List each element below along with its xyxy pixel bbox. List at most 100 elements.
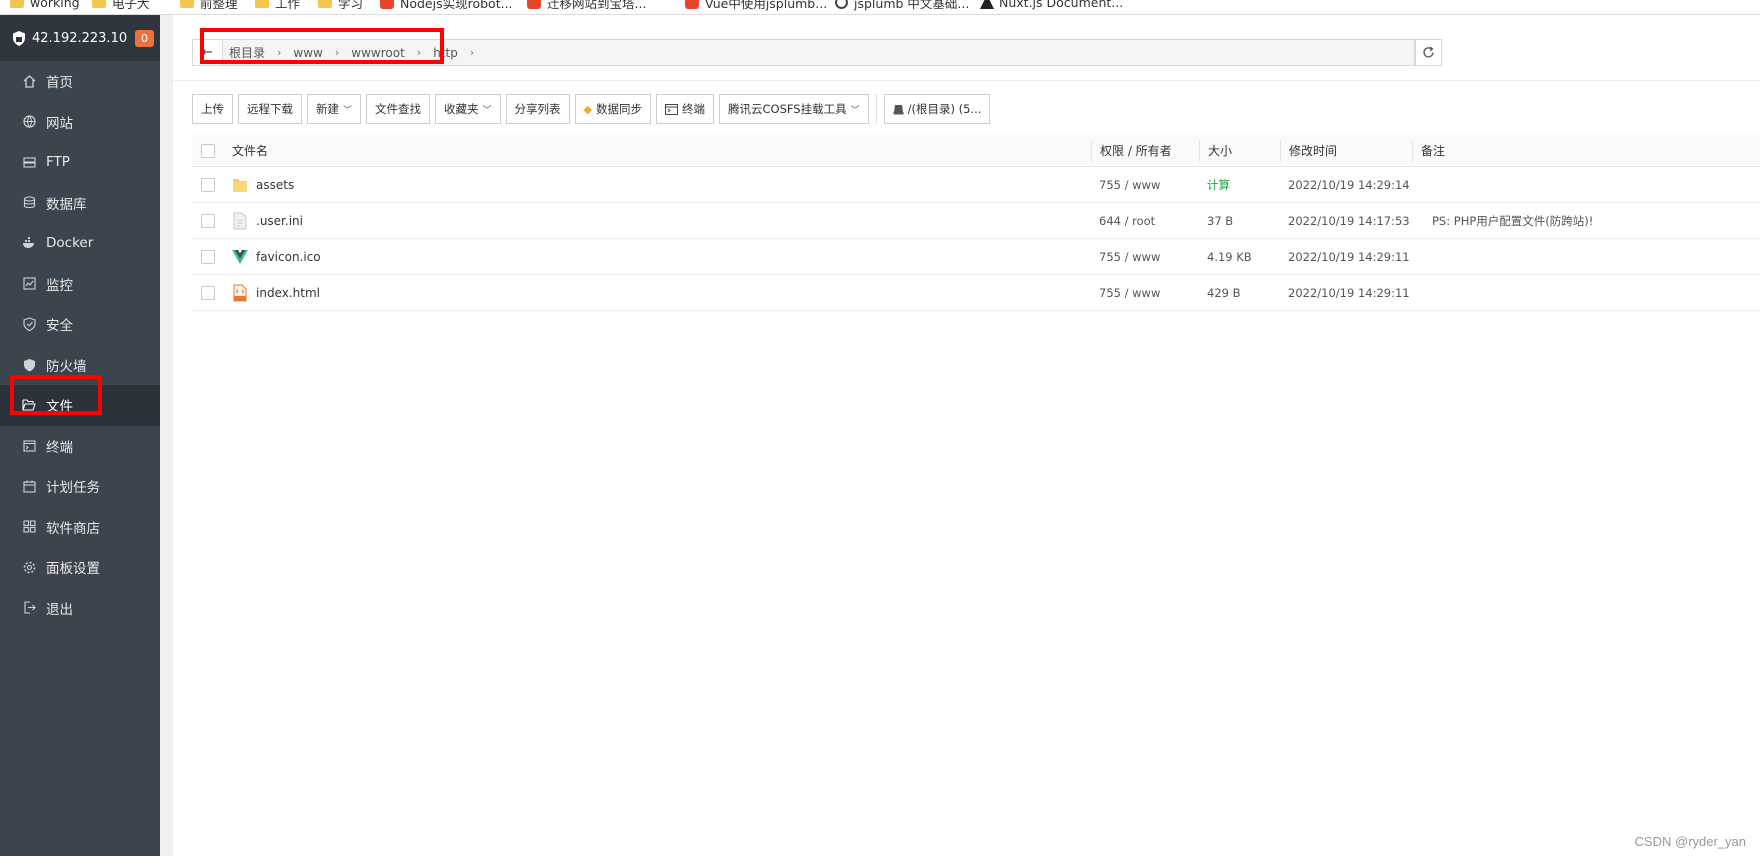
- sidebar-item-ftp[interactable]: FTP: [0, 142, 160, 183]
- back-arrow-icon: ←: [202, 45, 213, 60]
- calendar-icon: [22, 479, 36, 493]
- breadcrumb-item[interactable]: 根目录: [223, 44, 271, 61]
- monitor-icon: [22, 277, 36, 291]
- bookmark-item[interactable]: Nuxt.js Document...: [980, 0, 1123, 12]
- table-row[interactable]: favicon.ico 755 / www 4.19 KB 2022/10/19…: [192, 239, 1760, 275]
- file-perm[interactable]: 755 / www: [1091, 178, 1199, 192]
- breadcrumb: 根目录 › www › wwwroot › http ›: [223, 44, 480, 61]
- server-host: 42.192.223.10: [32, 30, 128, 46]
- row-checkbox[interactable]: [201, 177, 215, 192]
- bookmark-item[interactable]: jsplumb 中文基础...: [835, 0, 969, 12]
- sidebar-item-settings[interactable]: 面板设置: [0, 547, 160, 588]
- share-list-button[interactable]: 分享列表: [505, 94, 570, 124]
- bookmark-item[interactable]: working: [10, 0, 80, 12]
- bookmark-item[interactable]: 工作: [255, 0, 300, 12]
- watermark: CSDN @ryder_yan: [1634, 834, 1746, 849]
- file-table: 文件名 权限 / 所有者 大小 修改时间 备注 assets 755 / www…: [192, 135, 1760, 311]
- sidebar-item-label: 终端: [46, 439, 73, 456]
- vue-icon: [232, 249, 248, 264]
- bookmark-item[interactable]: 电子大: [92, 0, 150, 12]
- table-row[interactable]: index.html 755 / www 429 B 2022/10/19 14…: [192, 275, 1760, 311]
- disk-icon: [893, 104, 904, 114]
- row-checkbox[interactable]: [201, 213, 215, 228]
- sidebar-item-terminal[interactable]: 终端: [0, 426, 160, 467]
- github-icon: [835, 0, 848, 9]
- column-header-name[interactable]: 文件名: [224, 142, 1091, 159]
- table-row[interactable]: assets 755 / www 计算 2022/10/19 14:29:14: [192, 167, 1760, 203]
- server-header[interactable]: 42.192.223.10 0: [0, 15, 160, 61]
- file-name[interactable]: index.html: [256, 286, 320, 300]
- sidebar-item-database[interactable]: 数据库: [0, 183, 160, 224]
- globe-icon: [22, 115, 36, 129]
- upload-button[interactable]: 上传: [192, 94, 233, 124]
- sidebar-item-logout[interactable]: 退出: [0, 588, 160, 629]
- bookmark-item[interactable]: Vue中使用jsplumb...: [685, 0, 827, 12]
- csdn-icon: [380, 0, 394, 9]
- sidebar-item-firewall[interactable]: 防火墙: [0, 345, 160, 386]
- file-time: 2022/10/19 14:29:11: [1288, 249, 1410, 264]
- bookmark-item[interactable]: 前整理: [180, 0, 238, 12]
- sidebar-item-monitor[interactable]: 监控: [0, 264, 160, 305]
- refresh-icon: [1423, 46, 1434, 58]
- file-perm[interactable]: 755 / www: [1091, 286, 1199, 300]
- file-toolbar: 上传 远程下载 新建 ﹀ 文件查找 收藏夹 ﹀ 分享列表 ◆ 数据同步 终端 腾讯云C…: [192, 94, 991, 124]
- sidebar-item-store[interactable]: 软件商店: [0, 507, 160, 548]
- file-perm[interactable]: 644 / root: [1091, 214, 1199, 228]
- sidebar-item-label: Docker: [46, 235, 94, 252]
- notification-badge[interactable]: 0: [135, 30, 154, 47]
- sidebar-item-label: 监控: [46, 277, 73, 294]
- folder-icon: [92, 0, 106, 8]
- sidebar-item-label: 首页: [46, 75, 73, 92]
- select-all-checkbox[interactable]: [201, 143, 215, 158]
- docker-icon: [22, 236, 36, 250]
- breadcrumb-item[interactable]: www: [287, 46, 328, 60]
- breadcrumb-item[interactable]: wwwroot: [345, 46, 411, 60]
- column-header-time[interactable]: 修改时间: [1280, 139, 1412, 162]
- bookmark-item[interactable]: 学习: [318, 0, 363, 12]
- file-name[interactable]: .user.ini: [256, 214, 303, 228]
- file-note[interactable]: PS: PHP用户配置文件(防跨站)!: [1412, 213, 1760, 229]
- sidebar-item-cron[interactable]: 计划任务: [0, 466, 160, 507]
- sidebar-item-label: 防火墙: [46, 358, 87, 375]
- sidebar-item-label: 软件商店: [46, 520, 100, 537]
- disk-button[interactable]: /(根目录) (5...: [883, 94, 991, 124]
- file-time: 2022/10/19 14:17:53: [1288, 213, 1410, 228]
- refresh-button[interactable]: [1415, 39, 1442, 66]
- chevron-down-icon: ﹀: [850, 105, 860, 116]
- row-checkbox[interactable]: [201, 285, 215, 300]
- table-row[interactable]: .user.ini 644 / root 37 B 2022/10/19 14:…: [192, 203, 1760, 239]
- sidebar-item-docker[interactable]: Docker: [0, 223, 160, 264]
- toolbar-divider: [875, 94, 877, 124]
- bookmark-item[interactable]: 迁移网站到宝塔...: [527, 0, 646, 12]
- cosfs-tool-button[interactable]: 腾讯云COSFS挂载工具 ﹀: [719, 94, 869, 124]
- bookmark-item[interactable]: Nodejs实现robot...: [380, 0, 513, 12]
- file-size[interactable]: 计算: [1199, 177, 1280, 193]
- sidebar-item-website[interactable]: 网站: [0, 102, 160, 143]
- favorites-button[interactable]: 收藏夹 ﹀: [435, 94, 501, 124]
- sidebar-item-files[interactable]: 文件: [0, 385, 160, 426]
- path-input[interactable]: ← 根目录 › www › wwwroot › http ›: [192, 39, 1415, 66]
- file-name[interactable]: favicon.ico: [256, 250, 321, 264]
- folder-icon: [233, 178, 247, 192]
- sidebar-item-security[interactable]: 安全: [0, 304, 160, 345]
- nuxt-icon: [980, 0, 994, 9]
- back-button[interactable]: ←: [193, 40, 223, 65]
- chevron-right-icon: ›: [277, 46, 282, 59]
- file-name[interactable]: assets: [256, 178, 294, 192]
- file-perm[interactable]: 755 / www: [1091, 250, 1199, 264]
- csdn-icon: [527, 0, 541, 9]
- folder-icon: [180, 0, 194, 8]
- new-button[interactable]: 新建 ﹀: [307, 94, 362, 124]
- grid-icon: [22, 520, 36, 534]
- row-checkbox[interactable]: [201, 249, 215, 264]
- terminal-button[interactable]: 终端: [656, 94, 714, 124]
- sidebar-item-label: 安全: [46, 318, 73, 335]
- remote-download-button[interactable]: 远程下载: [238, 94, 302, 124]
- breadcrumb-item[interactable]: http: [427, 46, 464, 60]
- data-sync-button[interactable]: ◆ 数据同步: [574, 94, 651, 124]
- sidebar-item-home[interactable]: 首页: [0, 61, 160, 102]
- column-header-size[interactable]: 大小: [1199, 139, 1280, 162]
- path-area: ← 根目录 › www › wwwroot › http ›: [173, 15, 1760, 81]
- file-search-button[interactable]: 文件查找: [366, 94, 431, 124]
- column-header-perm[interactable]: 权限 / 所有者: [1091, 139, 1199, 162]
